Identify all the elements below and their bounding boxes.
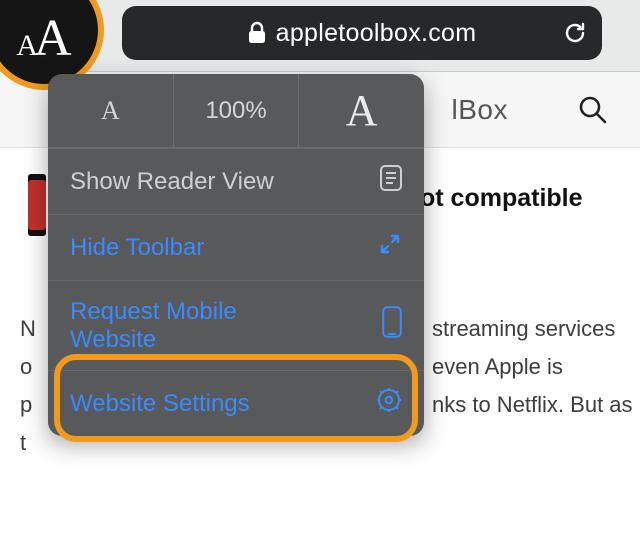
hide-toolbar-item[interactable]: Hide Toolbar [48,214,424,280]
search-icon[interactable] [578,95,608,125]
zoom-in-label: A [346,85,378,136]
mobile-icon [382,306,402,345]
site-brand-fragment: lBox [452,94,508,126]
request-mobile-website-label: Request Mobile Website [70,298,320,354]
reader-icon [380,165,402,198]
url-text: appletoolbox.com [276,19,477,48]
gear-icon [376,387,402,420]
body-line2-right: even Apple is [432,348,563,386]
url-display: appletoolbox.com [122,19,602,48]
zoom-level-value: 100% [205,97,266,125]
zoom-in-button[interactable]: A [299,74,424,147]
zoom-out-button[interactable]: A [48,74,174,147]
body-line1-right: streaming services [432,310,615,348]
aa-popover-menu: A 100% A Show Reader View Hide Toolbar [48,74,424,436]
zoom-row: A 100% A [48,74,424,148]
website-settings-item[interactable]: Website Settings [48,370,424,436]
url-bar[interactable]: appletoolbox.com [122,6,602,60]
website-settings-label: Website Settings [70,390,250,418]
text-size-button[interactable]: AA [16,9,71,68]
body-line3-right: nks to Netflix. But as [432,386,633,424]
body-line2-left: o [20,348,32,386]
text-size-big-a: A [34,10,72,67]
zoom-out-label: A [101,96,120,126]
body-line4-left: t [20,424,26,462]
expand-icon [378,232,402,263]
hide-toolbar-label: Hide Toolbar [70,234,204,262]
refresh-button[interactable] [562,6,588,60]
browser-nav-bar: appletoolbox.com AA [0,0,640,72]
show-reader-view-label: Show Reader View [70,168,274,196]
headline-fragment: ot compatible [420,184,583,213]
zoom-level[interactable]: 100% [174,74,300,147]
request-mobile-website-item[interactable]: Request Mobile Website [48,280,424,370]
body-line3-left: p [20,386,32,424]
body-line1-left: N [20,310,36,348]
lock-icon [248,22,266,44]
article-thumbnail [28,174,46,236]
show-reader-view-item[interactable]: Show Reader View [48,148,424,214]
